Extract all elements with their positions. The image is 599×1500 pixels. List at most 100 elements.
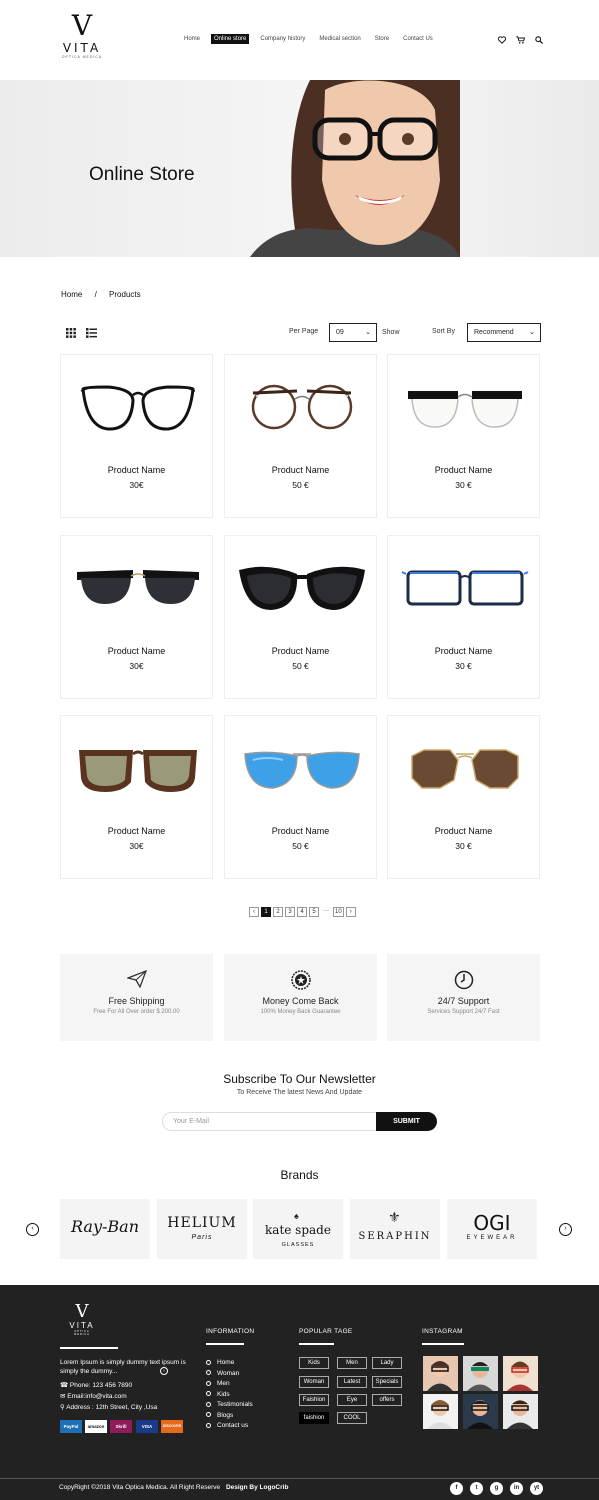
twitter-icon[interactable]: t [470, 1482, 483, 1495]
newsletter-title: Subscribe To Our Newsletter [223, 1072, 376, 1086]
instagram-photo[interactable] [463, 1394, 498, 1429]
brand-logo[interactable]: Ray-Ban [60, 1199, 150, 1259]
product-name[interactable]: Product Name [225, 646, 376, 656]
newsletter-submit-button[interactable]: SUBMIT [376, 1112, 437, 1131]
product-card[interactable]: Product Name 50 € [224, 715, 377, 879]
pager-page[interactable]: 4 [297, 907, 307, 917]
pager-page[interactable]: 5 [309, 907, 319, 917]
linkedin-icon[interactable]: in [510, 1482, 523, 1495]
chevron-down-icon: ⌄ [365, 329, 371, 336]
design-credit[interactable]: Design By LogoCrib [226, 1484, 288, 1491]
product-card[interactable]: Product Name 50 € [224, 354, 377, 518]
newsletter-email-input[interactable]: Your E-Mail [162, 1112, 380, 1131]
skrill-logo: Skrill [110, 1420, 132, 1433]
cart-icon[interactable] [516, 36, 526, 46]
footer-link-home[interactable]: Home [206, 1359, 234, 1366]
product-name[interactable]: Product Name [225, 826, 376, 836]
instagram-photo[interactable] [423, 1356, 458, 1391]
product-price: 30€ [129, 841, 144, 851]
sort-by-select[interactable]: Recommend ⌄ [467, 323, 541, 342]
pager-page[interactable]: 3 [285, 907, 295, 917]
product-name[interactable]: Product Name [388, 465, 539, 475]
nav-online-store[interactable]: Online store [211, 34, 250, 44]
instagram-photo[interactable] [503, 1356, 538, 1391]
product-card[interactable]: Product Name 30 € [387, 715, 540, 879]
tag-item[interactable]: Faishion [299, 1394, 329, 1406]
product-name[interactable]: Product Name [61, 646, 212, 656]
product-name[interactable]: Product Name [61, 826, 212, 836]
footer-bottom-divider [0, 1478, 599, 1479]
product-card[interactable]: Product Name 30 € [387, 354, 540, 518]
brand-logo[interactable]: ⚜ SERAPHIN [350, 1199, 440, 1259]
instagram-photo[interactable] [423, 1394, 458, 1429]
feature-subtitle: Free For All Over order $ 200.00 [93, 1009, 180, 1015]
footer-link-blogs[interactable]: Blogs [206, 1412, 233, 1419]
site-header: V VITA OPTICA MEDICA Home Online store C… [0, 0, 599, 80]
tag-item[interactable]: Eye [337, 1394, 367, 1406]
tag-item[interactable]: faishion [299, 1412, 329, 1424]
instagram-photo[interactable] [503, 1394, 538, 1429]
brand-sub: EYEWEAR [466, 1235, 518, 1241]
search-icon[interactable] [535, 36, 544, 46]
tag-item[interactable]: Specials [372, 1376, 402, 1388]
product-name[interactable]: Product Name [388, 646, 539, 656]
product-name[interactable]: Product Name [61, 465, 212, 475]
footer-link-contact[interactable]: Contact us [206, 1422, 248, 1429]
read-more-icon[interactable]: › [160, 1367, 168, 1375]
visa-logo: VISA [136, 1420, 158, 1433]
list-view-icon[interactable] [86, 328, 97, 341]
product-card[interactable]: Product Name 30€ [60, 354, 213, 518]
tag-item[interactable]: Latest [337, 1376, 367, 1388]
pager-prev[interactable]: ‹ [249, 907, 259, 917]
pager-page[interactable]: 10 [333, 907, 344, 917]
footer-logo[interactable]: V VITA OPTICA MEDICA [66, 1303, 98, 1337]
product-price: 50 € [292, 841, 309, 851]
footer-link-men[interactable]: Men [206, 1380, 230, 1387]
product-name[interactable]: Product Name [225, 465, 376, 475]
nav-contact-us[interactable]: Contact Us [400, 34, 436, 44]
grid-view-icon[interactable] [66, 328, 76, 341]
tag-item[interactable]: Men [337, 1357, 367, 1369]
fleur-de-lis-icon: ⚜ [388, 1209, 401, 1225]
pager-page[interactable]: 2 [273, 907, 283, 917]
product-name[interactable]: Product Name [388, 826, 539, 836]
footer-link-kids[interactable]: Kids [206, 1391, 230, 1398]
footer-link-woman[interactable]: Woman [206, 1370, 239, 1377]
carousel-next-icon[interactable]: › [559, 1223, 572, 1236]
product-card[interactable]: Product Name 50 € [224, 535, 377, 699]
tag-item[interactable]: Lady [372, 1357, 402, 1369]
logo-tagline: OPTICA MEDICA [61, 55, 103, 59]
carousel-prev-icon[interactable]: ‹ [26, 1223, 39, 1236]
feature-support: 24/7 Support Services Support 24/7 Fast [387, 954, 540, 1041]
breadcrumb-home[interactable]: Home [61, 290, 82, 299]
heart-icon[interactable] [497, 36, 507, 46]
nav-store[interactable]: Store [372, 34, 392, 44]
brand-logo[interactable]: OGI EYEWEAR [447, 1199, 537, 1259]
tag-item[interactable]: COOL [337, 1412, 367, 1424]
google-plus-icon[interactable]: g [490, 1482, 503, 1495]
pager-next[interactable]: › [345, 907, 356, 917]
facebook-icon[interactable]: f [450, 1482, 463, 1495]
feature-money-back: Money Come Back 100% Money Back Guarante… [224, 954, 377, 1041]
feature-subtitle: Services Support 24/7 Fast [427, 1009, 500, 1015]
tag-item[interactable]: offers [372, 1394, 402, 1406]
youtube-icon[interactable]: yt [530, 1482, 543, 1495]
instagram-photo[interactable] [463, 1356, 498, 1391]
nav-company-history[interactable]: Company history [257, 34, 308, 44]
product-card[interactable]: Product Name 30€ [60, 715, 213, 879]
product-card[interactable]: Product Name 30 € [387, 535, 540, 699]
footer-link-testimonials[interactable]: Testimonials [206, 1401, 253, 1408]
footer-link-label: Kids [217, 1390, 230, 1398]
email-text[interactable]: Email:info@vita.com [67, 1393, 126, 1400]
paypal-logo: PayPal [60, 1420, 82, 1433]
site-logo[interactable]: V VITA OPTICA MEDICA [58, 12, 106, 60]
nav-home[interactable]: Home [181, 34, 203, 44]
per-page-select[interactable]: 09 ⌄ [329, 323, 377, 342]
brand-logo[interactable]: HELIUM Paris [157, 1199, 247, 1259]
brand-logo[interactable]: ♠ kate spade GLASSES [253, 1199, 343, 1259]
nav-medical-section[interactable]: Medical section [316, 34, 363, 44]
pager-page[interactable]: 1 [261, 907, 271, 917]
product-card[interactable]: Product Name 30€ [60, 535, 213, 699]
tag-item[interactable]: Woman [299, 1376, 329, 1388]
tag-item[interactable]: Kids [299, 1357, 329, 1369]
